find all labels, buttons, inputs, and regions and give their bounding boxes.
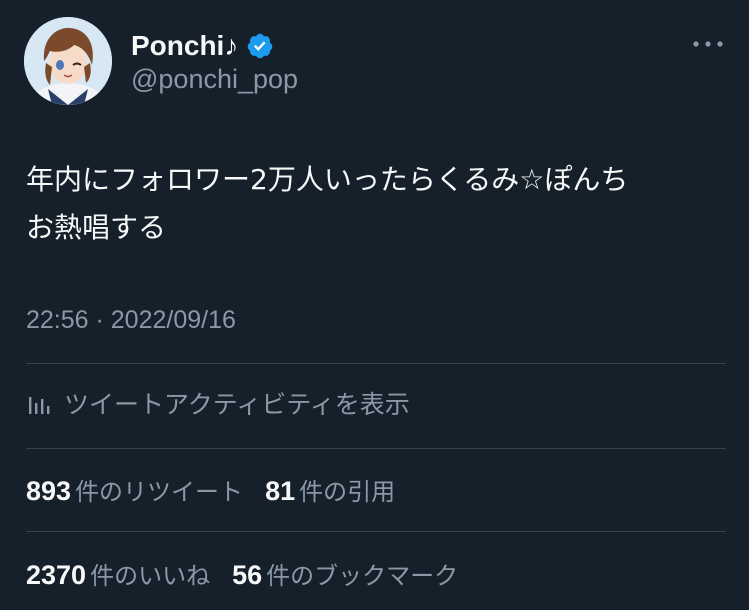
avatar-image [24,17,112,105]
tweet-timestamp[interactable]: 22:56 · 2022/09/16 [26,306,236,335]
tweet-text-line-1: 年内にフォロワー2万人いったらくるみ☆ぽんち [26,163,629,196]
avatar[interactable] [24,17,112,105]
quotes-label: 件の引用 [299,477,396,506]
bar-chart-icon [26,389,54,417]
bookmarks-stat[interactable]: 56 件のブックマーク [232,556,458,591]
retweets-count: 893 [26,475,72,506]
bookmarks-label: 件のブックマーク [266,561,459,590]
divider [26,448,726,449]
author-handle[interactable]: @ponchi_pop [131,64,298,95]
tweet-text-line-2: お熱唱する [26,211,167,244]
likes-stat[interactable]: 2370 件のいいね [26,556,210,591]
retweets-stat[interactable]: 893 件のリツイート [26,472,243,507]
more-options-icon[interactable] [690,32,726,56]
divider [26,363,726,364]
verified-badge-icon [246,32,274,60]
view-tweet-activity-link[interactable]: ツイートアクティビティを表示 [26,383,410,423]
tweet-text: 年内にフォロワー2万人いったらくるみ☆ぽんち お熱唱する [26,156,731,252]
quotes-stat[interactable]: 81 件の引用 [265,472,395,507]
display-name[interactable]: Ponchi♪ [131,30,238,62]
quotes-count: 81 [265,475,296,506]
likes-count: 2370 [26,559,87,590]
stats-row-likes: 2370 件のいいね 56 件のブックマーク [26,553,480,593]
divider [26,531,726,532]
activity-label: ツイートアクティビティを表示 [64,390,410,419]
likes-label: 件のいいね [90,561,211,590]
author-name-row[interactable]: Ponchi♪ [131,28,274,64]
bookmarks-count: 56 [232,559,263,590]
stats-row-retweets: 893 件のリツイート 81 件の引用 [26,469,417,509]
retweets-label: 件のリツイート [75,477,244,506]
